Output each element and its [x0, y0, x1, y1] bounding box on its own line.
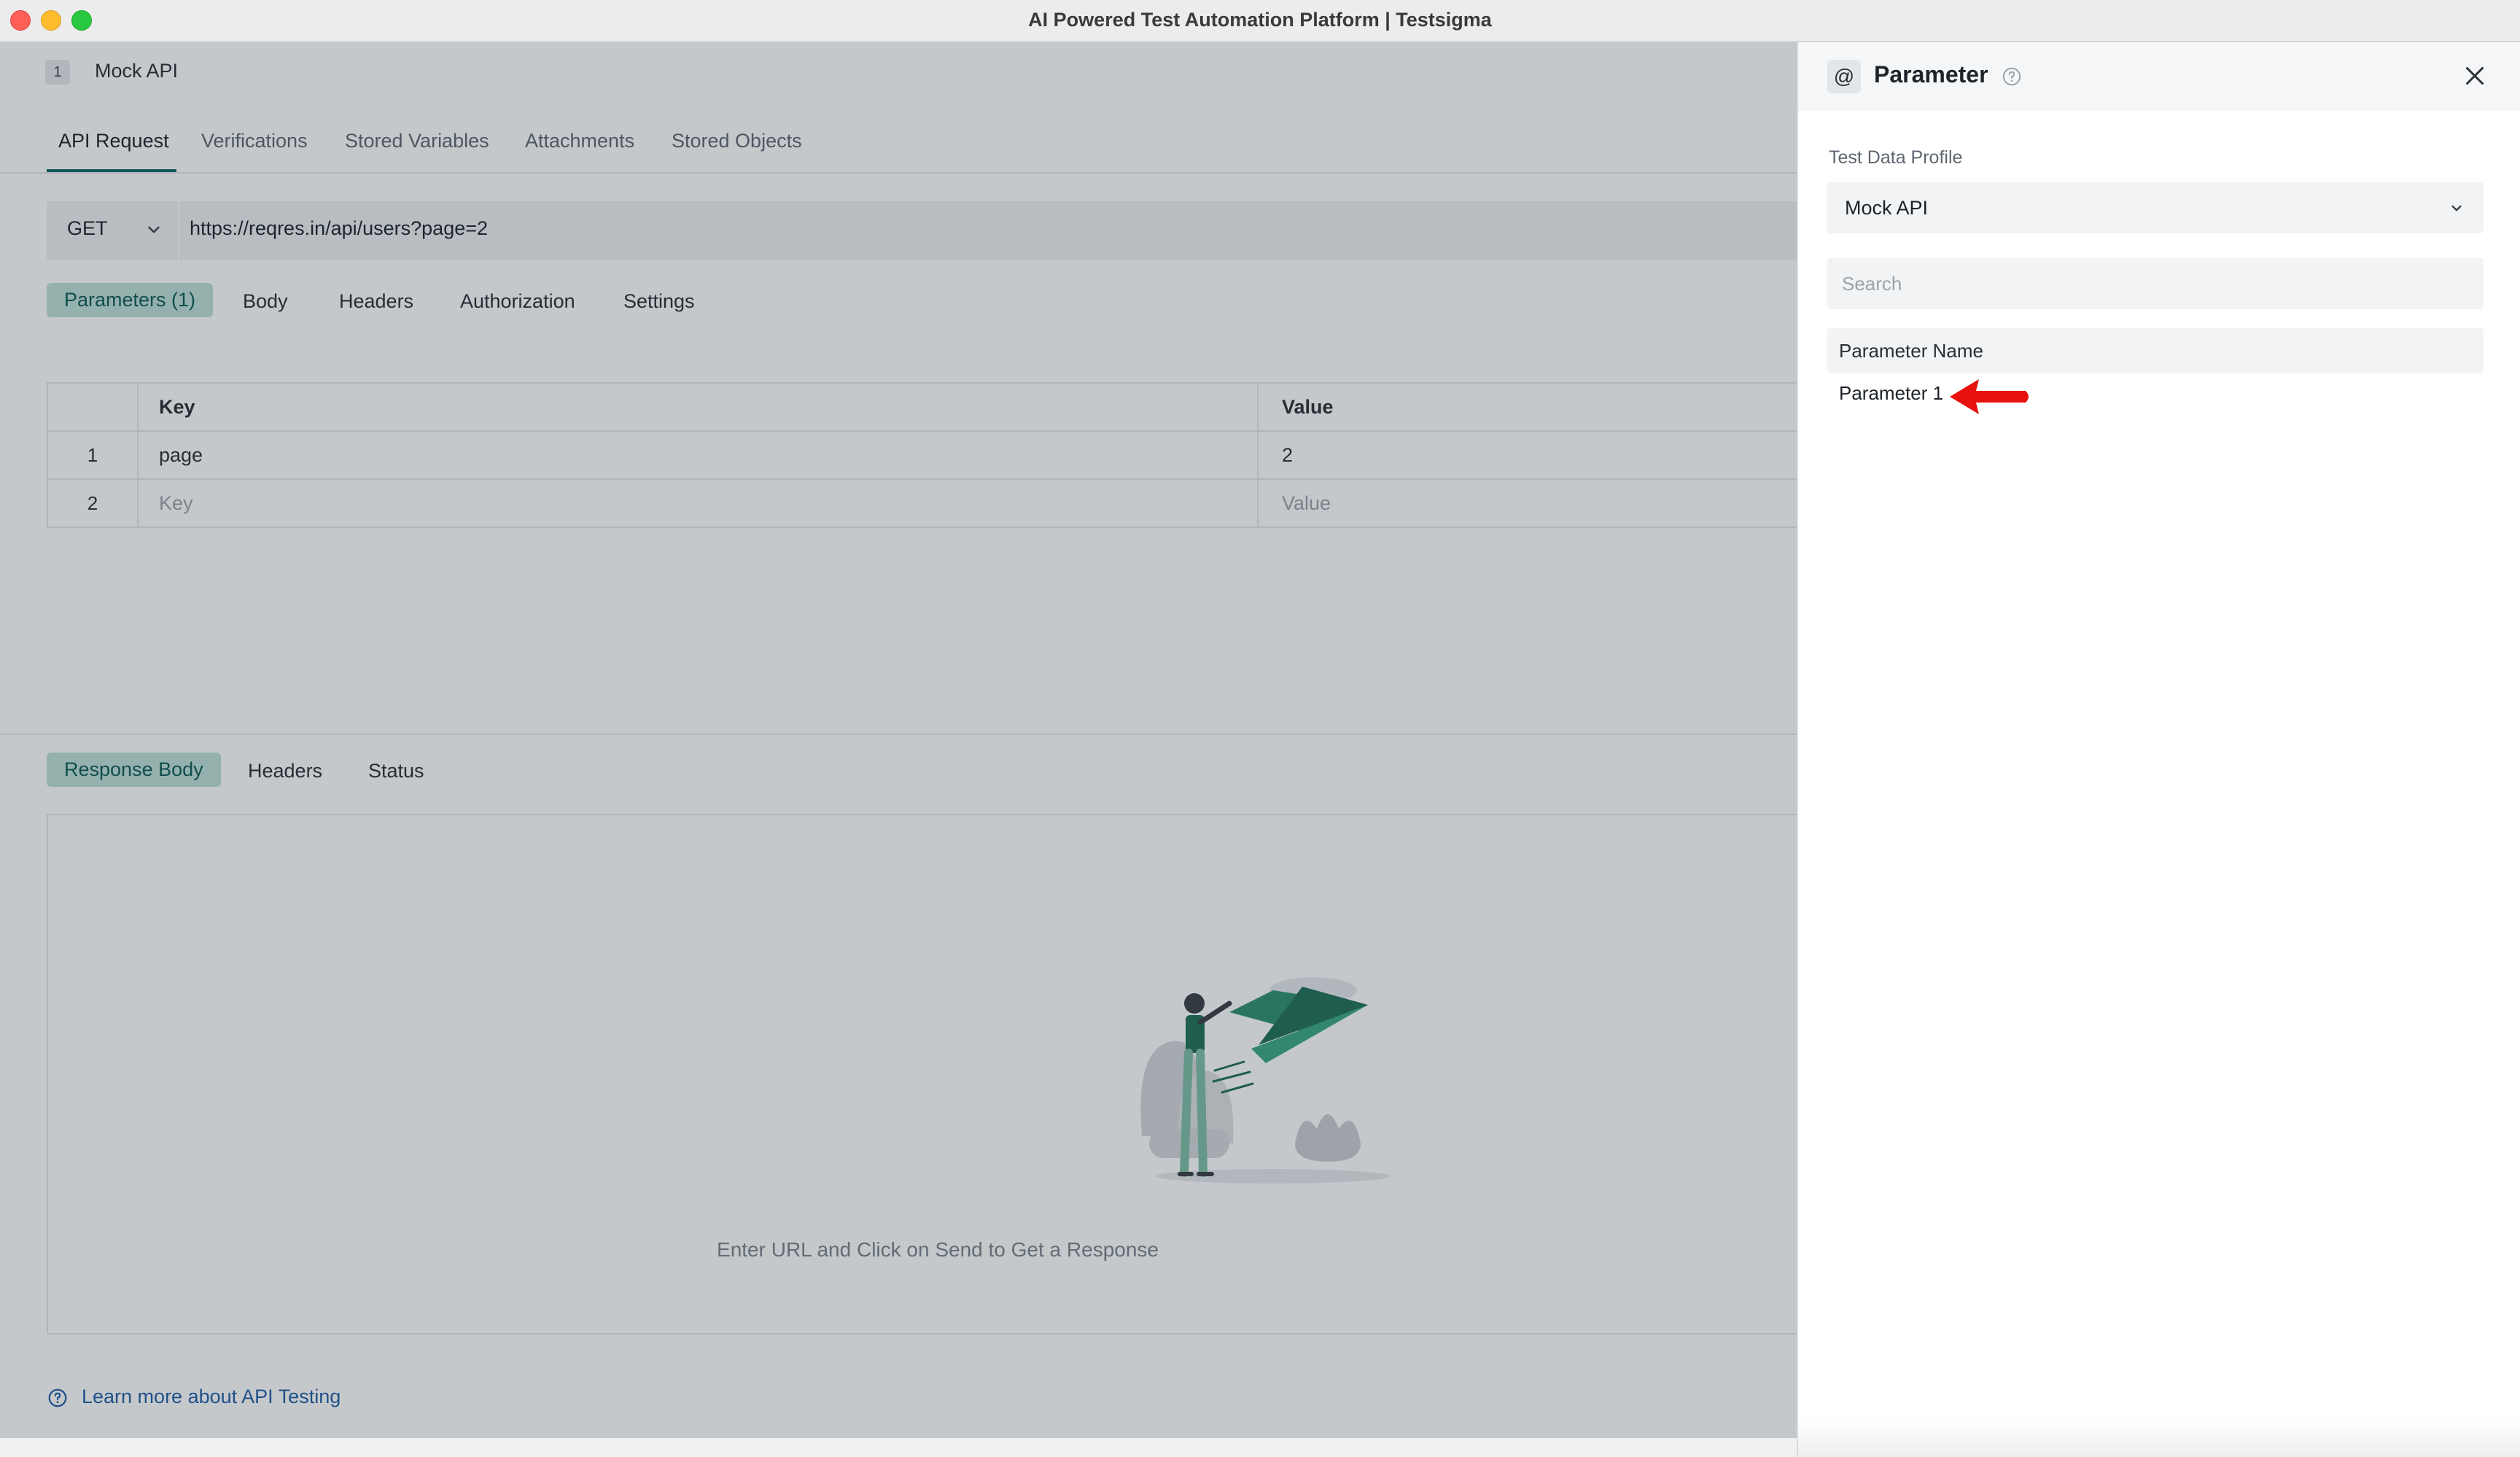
chevron-down-icon[interactable]: [144, 220, 163, 239]
tab-parameters[interactable]: Parameters (1): [47, 283, 214, 317]
tab-response-status[interactable]: Status: [368, 760, 424, 782]
parameter-name-header: Parameter Name: [1827, 328, 2484, 373]
window-title: AI Powered Test Automation Platform | Te…: [1028, 9, 1492, 31]
response-divider: [0, 734, 1797, 735]
help-circle-icon[interactable]: [2001, 66, 2023, 88]
table-row: 1 page 2: [48, 432, 1797, 480]
parameter-search-input[interactable]: [1827, 258, 2484, 309]
parameters-table: Key Value 1 page 2 2 Key Value: [47, 382, 1797, 528]
tab-response-body[interactable]: Response Body: [47, 753, 221, 787]
test-data-profile-label: Test Data Profile: [1829, 147, 1963, 168]
panel-header: @ Parameter: [1798, 42, 2520, 111]
parameter-list-item[interactable]: Parameter 1: [1839, 382, 1943, 405]
empty-response-illustration: [1140, 977, 1390, 1184]
tabs-divider: [0, 172, 1797, 174]
tab-response-headers[interactable]: Headers: [248, 760, 322, 782]
row-index: 1: [48, 432, 139, 478]
api-step-editor: 1 Mock API API Request Verifications Sto…: [0, 42, 1797, 1438]
param-value-input[interactable]: Value: [1282, 480, 1331, 527]
help-circle-icon: [48, 1388, 67, 1407]
param-key-input[interactable]: Key: [159, 480, 193, 527]
tab-authorization[interactable]: Authorization: [460, 290, 575, 313]
tab-headers[interactable]: Headers: [339, 290, 413, 313]
panel-bottom-edge: [1798, 1419, 2520, 1457]
method-divider: [178, 201, 179, 260]
tab-body[interactable]: Body: [243, 290, 288, 313]
at-sign-icon: @: [1827, 60, 1861, 93]
test-data-profile-value: Mock API: [1845, 197, 1929, 219]
tab-attachments[interactable]: Attachments: [525, 130, 634, 152]
annotation-arrow-icon: [1950, 379, 2029, 414]
key-column-header: Key: [159, 396, 195, 418]
close-icon[interactable]: [2462, 63, 2488, 89]
tab-stored-objects[interactable]: Stored Objects: [672, 130, 802, 152]
tab-stored-variables[interactable]: Stored Variables: [345, 130, 489, 152]
empty-response-message: Enter URL and Click on Send to Get a Res…: [717, 1238, 1159, 1261]
table-row: 2 Key Value: [48, 480, 1797, 527]
request-url-bar: GET https://reqres.in/api/users?page=2: [47, 201, 1797, 260]
bottom-strip: [0, 1438, 1797, 1457]
response-body-panel: Enter URL and Click on Send to Get a Res…: [47, 814, 1797, 1334]
http-method-select[interactable]: GET: [67, 217, 108, 240]
value-column-header: Value: [1282, 396, 1334, 418]
param-key-input[interactable]: page: [159, 432, 203, 478]
request-url-input[interactable]: https://reqres.in/api/users?page=2: [190, 217, 488, 240]
parameter-name-header-text: Parameter Name: [1839, 340, 1983, 362]
tab-api-request[interactable]: API Request: [58, 130, 169, 152]
parameter-panel: @ Parameter Test Data Profile Mock API P…: [1797, 42, 2520, 1457]
chevron-down-icon: [2451, 205, 2462, 211]
learn-more-text[interactable]: Learn more about API Testing: [82, 1386, 341, 1408]
window-titlebar: AI Powered Test Automation Platform | Te…: [0, 0, 2520, 42]
step-name[interactable]: Mock API: [95, 60, 178, 82]
panel-title: Parameter: [1874, 61, 1988, 88]
param-value-input[interactable]: 2: [1282, 432, 1293, 478]
test-data-profile-select[interactable]: Mock API: [1827, 182, 2484, 233]
index-header: [48, 384, 139, 430]
table-header-row: Key Value: [48, 384, 1797, 432]
tab-verifications[interactable]: Verifications: [201, 130, 308, 152]
tab-settings[interactable]: Settings: [623, 290, 695, 313]
step-number: 1: [45, 60, 70, 85]
row-index: 2: [48, 480, 139, 527]
